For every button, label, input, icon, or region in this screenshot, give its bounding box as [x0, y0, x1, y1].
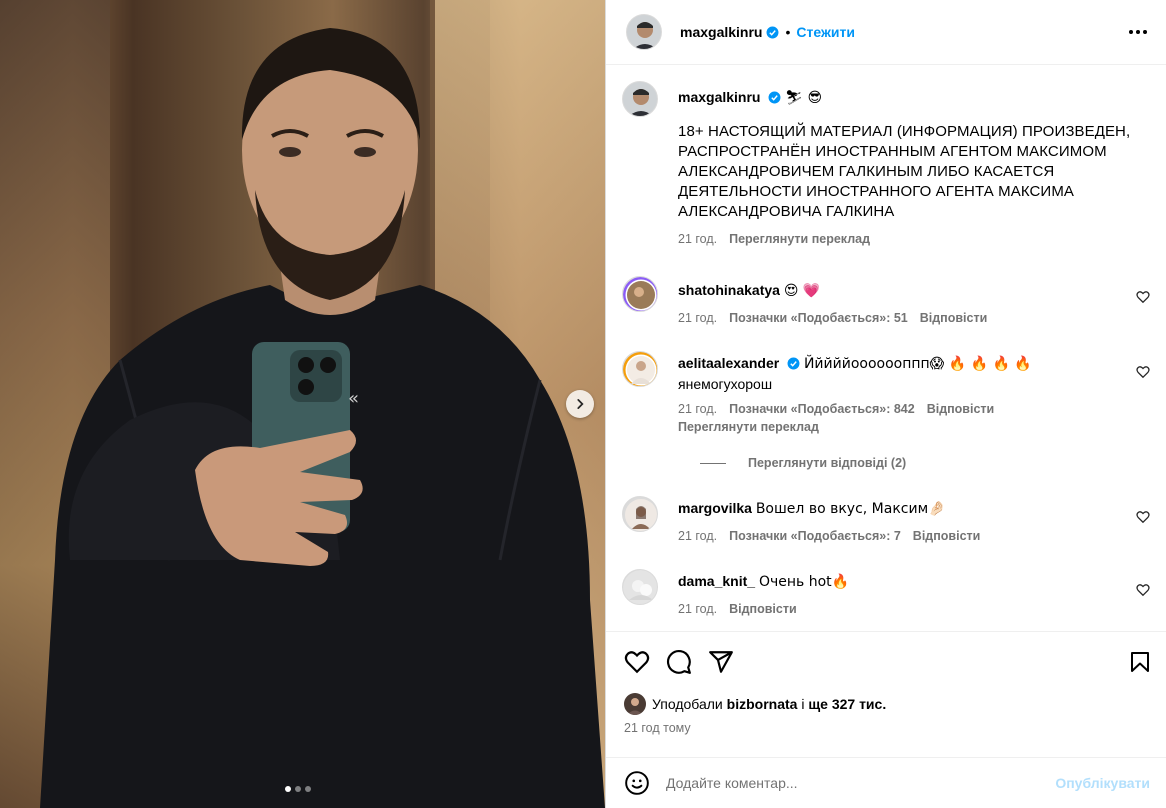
post-image[interactable]: « [0, 0, 605, 808]
replies-divider [700, 462, 726, 464]
heart-icon[interactable] [1136, 510, 1150, 524]
comment-meta: 21 год. Позначки «Подобається»: 7 Відпов… [678, 529, 1120, 543]
carousel-dot-3 [305, 786, 311, 792]
commenter-avatar[interactable] [622, 351, 658, 387]
likes-summary: Уподобали bizbornata і ще 327 тис. [606, 691, 1166, 717]
comment-username[interactable]: dama_knit_ [678, 573, 755, 589]
verified-icon [768, 91, 781, 104]
comment-username[interactable]: shatohinakatya [678, 282, 780, 298]
comment-reply-button[interactable]: Відповісти [927, 402, 995, 416]
comment-translate-link[interactable]: Переглянути переклад [678, 420, 819, 434]
like-button[interactable] [624, 649, 650, 675]
comment-text-line2: янемогухорош [678, 376, 773, 392]
comment-reply-button[interactable]: Відповісти [920, 311, 988, 325]
author-avatar[interactable] [626, 14, 662, 50]
more-icon [1129, 30, 1147, 34]
verified-icon [787, 357, 800, 370]
caption-time: 21 год. [678, 232, 718, 246]
heart-icon[interactable] [1136, 365, 1150, 379]
share-icon [709, 650, 733, 673]
heart-icon[interactable] [1136, 583, 1150, 597]
post-header: maxgalkinru • Стежити [606, 0, 1166, 65]
comment-button[interactable] [666, 649, 692, 675]
likes-middle: і [801, 696, 805, 712]
comment-text: Вошел во вкус, Максим🤌🏻 [755, 501, 946, 517]
comment-time: 21 год. [678, 402, 718, 416]
caption-emoji: ⛷ 😎 [785, 90, 823, 106]
comment-likes-count[interactable]: Позначки «Подобається»: 7 [729, 529, 901, 543]
comment-item: shatohinakatya 😍 💗 21 год. Позначки «Под… [622, 276, 1150, 325]
comment-item: margovilka Вошел во вкус, Максим🤌🏻 21 го… [622, 496, 1150, 543]
caption-meta: 21 год. Переглянути переклад [678, 232, 1140, 246]
author-avatar[interactable] [622, 81, 658, 117]
follow-button[interactable]: Стежити [796, 24, 855, 40]
comment-translate: Переглянути переклад [678, 420, 1120, 434]
comment-likes-count[interactable]: Позначки «Подобається»: 51 [729, 311, 908, 325]
more-options-button[interactable] [1126, 20, 1150, 44]
caption-text: 18+ НАСТОЯЩИЙ МАТЕРИАЛ (ИНФОРМАЦИЯ) ПРОИ… [678, 123, 1131, 220]
add-comment-bar: Опублікувати [606, 757, 1166, 808]
comment-meta: 21 год. Позначки «Подобається»: 842 Відп… [678, 402, 1120, 416]
commenter-avatar[interactable] [622, 276, 658, 312]
emoji-icon [625, 771, 649, 795]
chevron-right-icon [577, 399, 584, 409]
carousel-dot-2 [295, 786, 301, 792]
comment-username[interactable]: margovilka [678, 500, 752, 516]
save-button[interactable] [1128, 650, 1152, 674]
separator-dot: • [785, 24, 791, 40]
carousel-dot-1 [285, 786, 291, 792]
comment-time: 21 год. [678, 311, 718, 325]
commenter-avatar[interactable] [622, 569, 658, 605]
comments-list[interactable]: maxgalkinru ⛷ 😎 18+ НАСТОЯЩИЙ МАТЕРИАЛ (… [606, 65, 1166, 631]
share-button[interactable] [708, 649, 734, 675]
publish-comment-button[interactable]: Опублікувати [1055, 775, 1150, 791]
comment-item: dama_knit_ Очень hot🔥 21 год. Відповісти [622, 569, 1150, 616]
heart-icon [624, 650, 650, 673]
caption-username[interactable]: maxgalkinru [678, 89, 760, 105]
comment-meta: 21 год. Відповісти [678, 602, 1120, 616]
likes-count[interactable]: ще 327 тис. [808, 696, 886, 712]
heart-icon[interactable] [1136, 290, 1150, 304]
post-modal: « maxgalkinru • Стежити maxgalkinru ⛷ 😎 … [0, 0, 1166, 808]
view-replies-button[interactable]: Переглянути відповіді (2) [700, 456, 1150, 470]
comment-username[interactable]: aelitaalexander [678, 355, 779, 371]
liker-username[interactable]: bizbornata [727, 696, 798, 712]
caption-translate-link[interactable]: Переглянути переклад [729, 232, 870, 246]
author-username[interactable]: maxgalkinru [680, 24, 762, 40]
carousel-next-button[interactable] [566, 390, 594, 418]
comment-reply-button[interactable]: Відповісти [729, 602, 797, 616]
comment-meta: 21 год. Позначки «Подобається»: 51 Відпо… [678, 311, 1120, 325]
comment-input[interactable] [666, 775, 1056, 791]
post-time-ago[interactable]: 21 год тому [606, 717, 1166, 743]
bookmark-icon [1131, 651, 1149, 672]
comment-text: Очень hot🔥 [758, 574, 850, 590]
comment-text: Йййййооооооппп😱 🔥 🔥 🔥 🔥 [803, 356, 1032, 372]
carousel-dots [285, 786, 311, 792]
post-actions [606, 631, 1166, 691]
view-replies-label: Переглянути відповіді (2) [748, 456, 907, 470]
post-side-panel: maxgalkinru • Стежити maxgalkinru ⛷ 😎 18… [605, 0, 1166, 808]
comment-text: 😍 💗 [783, 283, 821, 299]
emoji-button[interactable] [624, 770, 650, 796]
svg-text:«: « [348, 388, 359, 409]
liker-avatar[interactable] [624, 693, 646, 715]
comment-likes-count[interactable]: Позначки «Подобається»: 842 [729, 402, 915, 416]
comment-time: 21 год. [678, 529, 718, 543]
likes-prefix: Уподобали [652, 696, 723, 712]
comment-reply-button[interactable]: Відповісти [913, 529, 981, 543]
caption: maxgalkinru ⛷ 😎 18+ НАСТОЯЩИЙ МАТЕРИАЛ (… [622, 81, 1150, 246]
comment-icon [667, 649, 691, 674]
commenter-avatar[interactable] [622, 496, 658, 532]
verified-icon [767, 26, 779, 38]
comment-time: 21 год. [678, 602, 718, 616]
mirror-selfie-illustration: « [40, 28, 605, 808]
comment-item: aelitaalexander Йййййооооооппп😱 🔥 🔥 🔥 🔥 … [622, 351, 1150, 434]
